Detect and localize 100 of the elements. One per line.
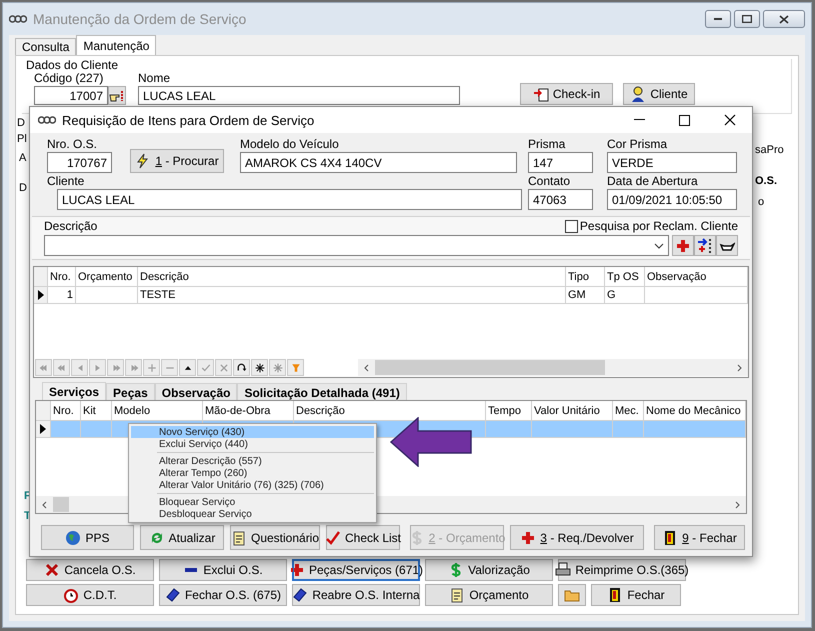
action-button[interactable]: C.D.T. (26, 584, 154, 606)
field-label: Nro. O.S. (47, 138, 98, 151)
scrollbar-thumb[interactable] (375, 360, 605, 375)
table-cell (76, 287, 138, 304)
row-pointer-icon (40, 424, 46, 434)
add-list-icon (697, 238, 713, 254)
dialog-button[interactable]: PPS (41, 525, 134, 550)
lookup-button[interactable] (108, 86, 126, 105)
field-label: Modelo do Veículo (240, 138, 340, 151)
dialog-button[interactable]: 9 - Fechar (654, 525, 745, 550)
x-icon (218, 362, 228, 372)
partial-label: D (17, 117, 25, 129)
contact-field[interactable]: 47063 (528, 189, 593, 210)
maximize-button[interactable] (734, 10, 760, 28)
previous-icon (56, 362, 66, 372)
action-button[interactable]: Orçamento (425, 584, 553, 606)
group-title: Dados do Cliente (26, 59, 120, 72)
header-button[interactable]: Cliente (623, 83, 695, 105)
field-label: Descrição (44, 220, 98, 233)
row-indicator[interactable] (34, 287, 48, 304)
column-header[interactable]: Tipo (566, 267, 605, 287)
prism-field[interactable]: 147 (528, 152, 593, 173)
tool-button[interactable] (694, 235, 716, 256)
action-button[interactable]: Reimprime O.S.(365) (558, 559, 686, 581)
tab[interactable]: Serviços (42, 382, 106, 400)
prism-color-field[interactable]: VERDE (607, 152, 737, 173)
book-icon (164, 587, 181, 603)
search-button[interactable]: 1 - Procurar (130, 149, 224, 173)
maximize-icon (742, 15, 752, 23)
minimize-icon (714, 18, 722, 20)
tab[interactable]: Observação (154, 383, 238, 401)
name-field[interactable]: LUCAS LEAL (138, 86, 460, 105)
next-icon (110, 362, 120, 372)
partial-tab[interactable]: O.S. (755, 175, 778, 187)
action-button[interactable]: Cancela O.S. (26, 559, 154, 581)
plus-icon (675, 238, 691, 254)
code-field[interactable]: 17007 (34, 86, 108, 105)
tab[interactable]: Manutenção (76, 35, 156, 55)
minimize-button[interactable] (705, 10, 731, 28)
tab[interactable]: Peças (106, 383, 155, 401)
next-icon (128, 362, 138, 372)
column-header[interactable]: Nro. (48, 267, 76, 287)
partial-label: o (758, 196, 764, 208)
plus-icon (146, 362, 156, 372)
action-button[interactable]: Reabre O.S. Interna (292, 584, 420, 606)
scroll-right-icon (735, 500, 740, 508)
header-button[interactable]: Check-in (520, 83, 613, 105)
partial-button[interactable]: saPro (755, 144, 784, 156)
chevron-down-icon (654, 242, 664, 248)
tool-button[interactable] (716, 235, 738, 256)
client-field[interactable]: LUCAS LEAL (57, 189, 522, 210)
menu-item[interactable]: Alterar Descrição (557) (131, 455, 374, 467)
dialog-button[interactable]: Atualizar (140, 525, 224, 550)
partial-label: D (19, 182, 27, 194)
navigator-button[interactable] (251, 359, 268, 376)
navigator-button[interactable] (179, 359, 196, 376)
action-button[interactable]: Exclui O.S. (159, 559, 287, 581)
dialog-button[interactable]: 3 - Req./Devolver (510, 525, 644, 550)
menu-item[interactable]: Alterar Valor Unitário (76) (325) (706) (131, 479, 374, 491)
close-button[interactable] (763, 10, 805, 28)
description-dropdown[interactable] (44, 235, 669, 256)
check-icon (200, 362, 210, 372)
folder-button[interactable] (558, 584, 586, 606)
checkbox[interactable] (564, 220, 578, 233)
scroll-left-icon (42, 500, 47, 508)
action-button[interactable]: Fechar (591, 584, 681, 606)
column-header[interactable]: Descrição (138, 267, 566, 287)
opening-date-field[interactable]: 01/09/2021 10:05:50 (607, 189, 737, 210)
partial-label: A (19, 152, 26, 164)
menu-item[interactable]: Bloquear Serviço (131, 496, 374, 508)
tab[interactable]: Solicitação Detalhada (491) (237, 383, 407, 401)
row-pointer-icon (38, 290, 44, 300)
menu-item[interactable]: Alterar Tempo (260) (131, 467, 374, 479)
field-label: Código (227) (34, 72, 104, 85)
column-header[interactable]: Orçamento (76, 267, 138, 287)
scrollbar-thumb[interactable] (53, 497, 69, 512)
table-cell: TESTE (138, 287, 566, 304)
close-icon (724, 114, 736, 126)
vehicle-model-field[interactable]: AMAROK CS 4X4 140CV (240, 152, 517, 173)
action-button[interactable]: Fechar O.S. (675) (159, 584, 287, 606)
document-arrow-icon (532, 86, 549, 102)
logo-icon (9, 15, 27, 23)
globe-icon (65, 530, 82, 546)
dialog-button[interactable]: Check List (326, 525, 400, 550)
os-number-field[interactable]: 170767 (47, 152, 112, 173)
menu-item[interactable]: Desbloquear Serviço (131, 508, 374, 520)
navigator-button[interactable] (233, 359, 250, 376)
dialog-button[interactable]: Questionário (230, 525, 320, 550)
horizontal-scrollbar[interactable] (358, 359, 748, 376)
action-button[interactable]: Valorização (425, 559, 553, 581)
column-header[interactable]: Observação (645, 267, 748, 287)
menu-item[interactable]: Exclui Serviço (440) (131, 438, 374, 450)
scroll-left-icon (364, 364, 369, 372)
row-indicator (36, 401, 51, 421)
menu-item[interactable]: Novo Serviço (430) (131, 426, 374, 438)
column-header[interactable]: Tp OS (605, 267, 645, 287)
field-label: Prisma (528, 138, 566, 151)
window-title: Manutenção da Ordem de Serviço (33, 11, 246, 27)
table-cell: GM (566, 287, 605, 304)
tab[interactable]: Consulta (15, 38, 76, 55)
